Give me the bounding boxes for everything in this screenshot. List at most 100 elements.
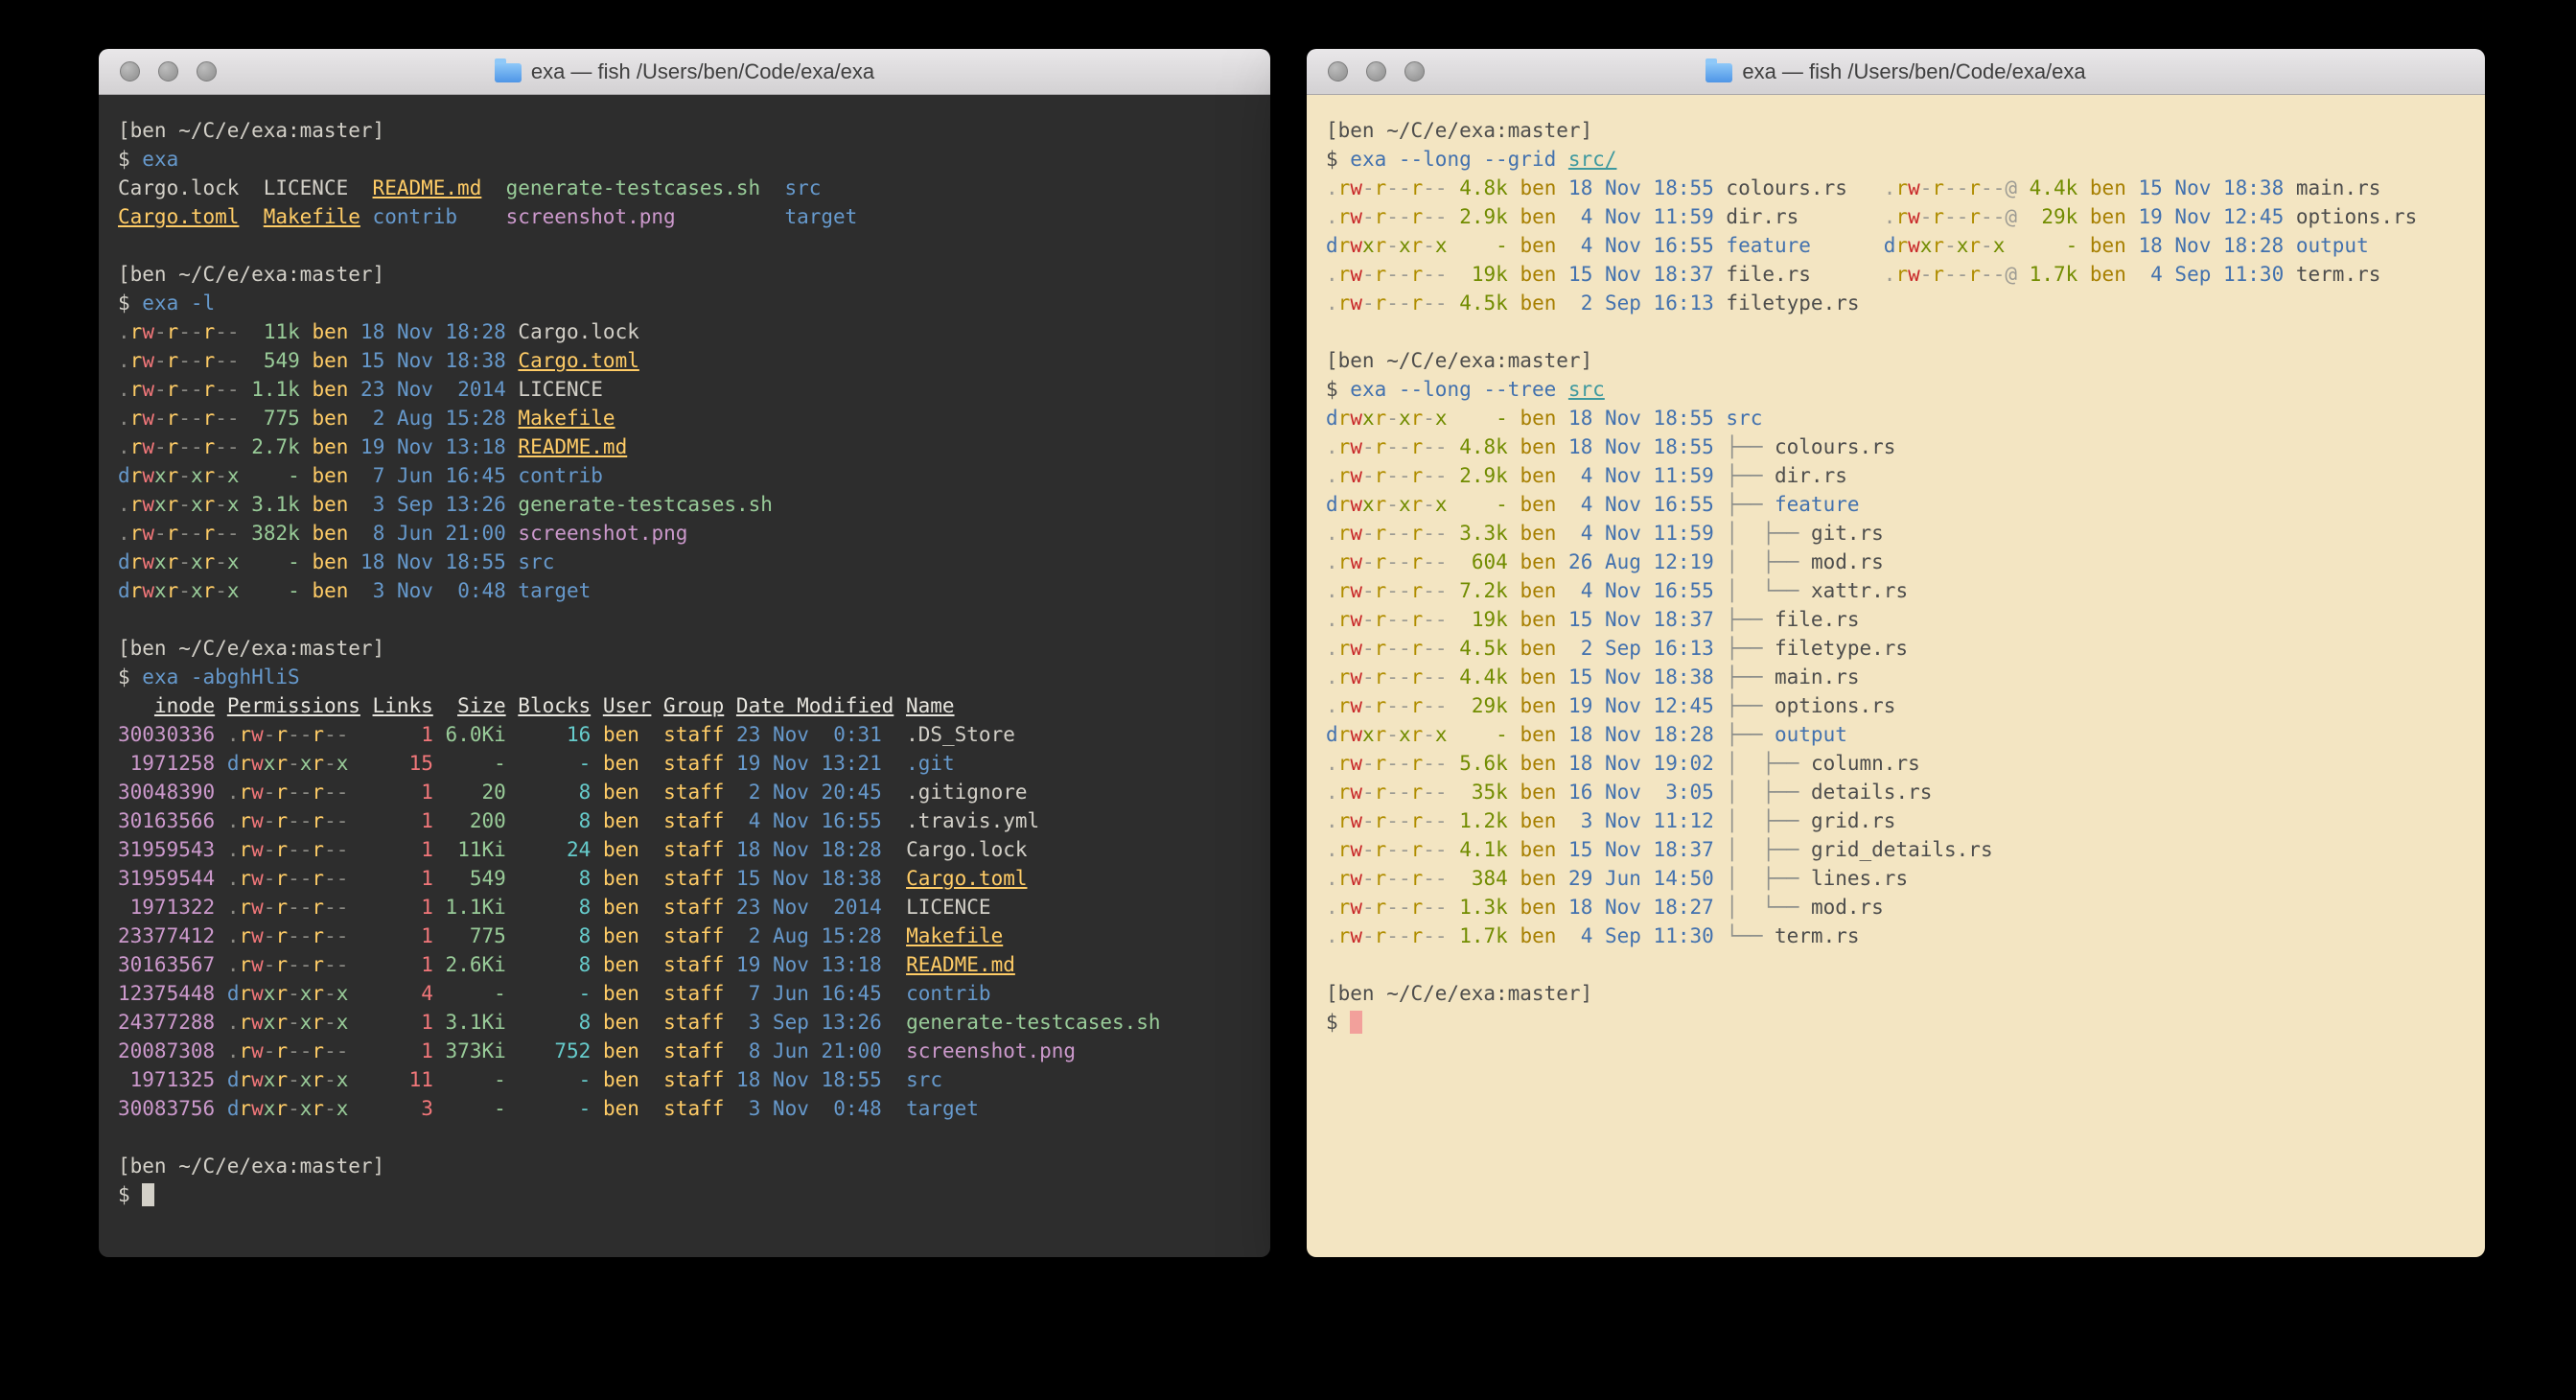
terminal-text — [1508, 781, 1520, 804]
terminal-text — [882, 752, 906, 775]
terminal-text: 23 Nov 0:31 — [736, 723, 882, 746]
terminal-text — [433, 867, 446, 890]
permission-char: . — [1326, 838, 1338, 861]
terminal-text — [2017, 205, 2030, 228]
permission-char: - — [178, 464, 191, 487]
permission-char: r — [1932, 176, 1944, 199]
terminal-line: .rw-r--r-- 1.1k ben 23 Nov 2014 LICENCE — [118, 375, 1251, 404]
permission-char: - — [337, 924, 349, 947]
close-button[interactable] — [1328, 61, 1348, 82]
terminal-text: [ben ~/C/e/exa:master] — [118, 1155, 384, 1178]
permission-char: w — [142, 320, 154, 343]
permission-char: - — [324, 1011, 337, 1034]
terminal-text — [1448, 205, 1460, 228]
permission-char: - — [1386, 550, 1399, 573]
permission-char: r — [167, 550, 179, 573]
permission-char: r — [1895, 234, 1908, 257]
terminal-line: 31959544 .rw-r--r-- 1 549 8 ben staff 15… — [118, 864, 1251, 893]
terminal-text — [1556, 579, 1568, 602]
permission-char: - — [1423, 234, 1435, 257]
terminal-text — [506, 867, 519, 890]
terminal-text: src — [906, 1068, 942, 1091]
terminal-text: 3 Nov 0:48 — [360, 579, 506, 602]
terminal-text: 30163567 — [118, 953, 215, 976]
permission-char: - — [1399, 637, 1411, 660]
permission-char: - — [1423, 637, 1435, 660]
permission-char: w — [1908, 176, 1920, 199]
permission-char: - — [1362, 781, 1375, 804]
terminal-line — [118, 231, 1251, 260]
terminal-text: staff — [663, 1039, 724, 1062]
permission-char: r — [1411, 205, 1424, 228]
terminal-text: 15 Nov 18:37 — [1568, 838, 1714, 861]
minimize-button[interactable] — [158, 61, 178, 82]
permission-char: - — [1386, 781, 1399, 804]
terminal-text: 4 Nov 16:55 — [1568, 234, 1714, 257]
terminal-text — [300, 522, 313, 545]
terminal-text: 3.1k — [251, 493, 300, 516]
terminal-text — [506, 550, 519, 573]
minimize-button[interactable] — [1366, 61, 1386, 82]
permission-char: - — [1435, 694, 1448, 717]
terminal-line — [1326, 950, 2466, 979]
terminal-line: 30083756 drwxr-xr-x 3 - - ben staff 3 No… — [118, 1094, 1251, 1123]
terminal-text: [ben ~/C/e/exa:master] — [118, 119, 384, 142]
terminal-text: 8 — [518, 781, 591, 804]
terminal-line: drwxr-xr-x - ben 4 Nov 16:55 ├── feature — [1326, 490, 2466, 519]
permission-char: - — [300, 896, 313, 919]
terminal-text: ben — [603, 781, 652, 804]
permission-char: - — [1423, 896, 1435, 919]
terminal-text — [506, 1039, 519, 1062]
terminal-line: .rw-r--r-- 5.6k ben 18 Nov 19:02 │ ├── c… — [1326, 749, 2466, 778]
permission-char: x — [264, 982, 276, 1005]
terminal-text — [506, 694, 519, 717]
permission-char: - — [1399, 579, 1411, 602]
terminal-text: ben — [603, 809, 652, 832]
terminal-output[interactable]: [ben ~/C/e/exa:master]$ exa --long --gri… — [1307, 95, 2485, 1257]
title-area: exa — fish /Users/ben/Code/exa/exa — [495, 59, 874, 84]
terminal-output[interactable]: [ben ~/C/e/exa:master]$ exaCargo.lock LI… — [99, 95, 1270, 1257]
permission-char: w — [251, 1011, 264, 1034]
permission-char: r — [1375, 723, 1387, 746]
permission-char: x — [337, 1097, 349, 1120]
terminal-text: 1971258 — [118, 752, 215, 775]
terminal-text — [591, 867, 603, 890]
titlebar[interactable]: exa — fish /Users/ben/Code/exa/exa — [99, 49, 1270, 95]
terminal-text — [506, 838, 519, 861]
terminal-text — [1556, 752, 1568, 775]
permission-char: r — [1338, 464, 1351, 487]
permission-char: x — [1993, 234, 2006, 257]
permission-char: - — [1423, 407, 1435, 430]
terminal-text: file.rs — [1775, 608, 1860, 631]
terminal-line — [118, 1123, 1251, 1152]
terminal-text: src/ — [1568, 148, 1617, 171]
terminal-text — [724, 838, 736, 861]
permission-char: r — [239, 781, 251, 804]
terminal-text: - — [518, 1097, 591, 1120]
terminal-text: src — [784, 176, 821, 199]
permission-char: - — [1944, 263, 1957, 286]
terminal-text — [882, 867, 906, 890]
permission-char: w — [251, 896, 264, 919]
terminal-text: 775 — [251, 407, 300, 430]
permission-char: r — [167, 435, 179, 458]
permission-char: - — [1435, 838, 1448, 861]
terminal-text: ├── — [1726, 637, 1775, 660]
titlebar[interactable]: exa — fish /Users/ben/Code/exa/exa — [1307, 49, 2485, 95]
zoom-button[interactable] — [197, 61, 217, 82]
permission-char: - — [191, 522, 203, 545]
terminal-text: [ben ~/C/e/exa:master] — [1326, 349, 1592, 372]
terminal-text: staff — [663, 867, 724, 890]
terminal-text — [433, 982, 446, 1005]
terminal-text: mod.rs — [1811, 896, 1884, 919]
terminal-text — [240, 550, 252, 573]
terminal-text — [240, 579, 252, 602]
close-button[interactable] — [120, 61, 140, 82]
terminal-text: 3.1Ki — [446, 1011, 506, 1034]
permission-char: - — [324, 723, 337, 746]
terminal-text — [1714, 665, 1727, 688]
zoom-button[interactable] — [1404, 61, 1425, 82]
title-area: exa — fish /Users/ben/Code/exa/exa — [1706, 59, 2085, 84]
permission-char: x — [154, 464, 167, 487]
terminal-text: Makefile — [264, 205, 360, 228]
